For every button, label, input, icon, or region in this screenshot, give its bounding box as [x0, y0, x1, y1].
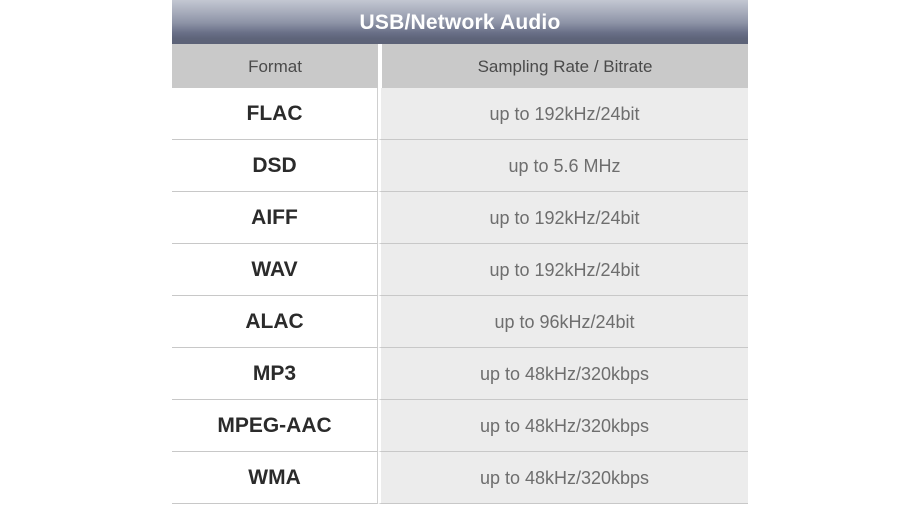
table-row: MPEG-AAC up to 48kHz/320kbps: [172, 400, 748, 452]
usb-network-audio-spec-table: USB/Network Audio Format Sampling Rate /…: [172, 0, 748, 507]
format-label: DSD: [252, 154, 297, 177]
table-header-row: Format Sampling Rate / Bitrate: [172, 44, 748, 88]
format-label: MPEG-AAC: [217, 414, 332, 437]
rate-label: up to 48kHz/320kbps: [479, 415, 650, 436]
rate-label: up to 192kHz/24bit: [489, 103, 640, 124]
column-header-rate-label: Sampling Rate / Bitrate: [477, 56, 653, 76]
format-label: WMA: [248, 466, 301, 489]
rate-label: up to 96kHz/24bit: [494, 311, 635, 332]
table-row: FLAC up to 192kHz/24bit: [172, 88, 748, 140]
rate-label: up to 192kHz/24bit: [489, 207, 640, 228]
cell-format: DSD: [172, 140, 378, 192]
rate-label: up to 48kHz/320kbps: [479, 363, 650, 384]
format-label: WAV: [251, 258, 298, 281]
table-row: DSD up to 5.6 MHz: [172, 140, 748, 192]
table-row: MP3 up to 48kHz/320kbps: [172, 348, 748, 400]
rate-label: up to 5.6 MHz: [508, 155, 621, 176]
format-label: FLAC: [246, 102, 303, 125]
rate-label: up to 192kHz/24bit: [489, 259, 640, 280]
cell-format: MPEG-AAC: [172, 400, 378, 452]
cell-rate: up to 192kHz/24bit: [378, 192, 748, 244]
cell-rate: up to 48kHz/320kbps: [378, 400, 748, 452]
rate-label: up to 48kHz/320kbps: [479, 467, 650, 488]
cell-rate: up to 5.6 MHz: [378, 140, 748, 192]
cell-format: FLAC: [172, 88, 378, 140]
format-label: MP3: [252, 362, 297, 385]
column-header-format: Format: [172, 44, 378, 88]
cell-rate: up to 48kHz/320kbps: [378, 348, 748, 400]
cell-rate: up to 96kHz/24bit: [378, 296, 748, 348]
format-label: AIFF: [251, 206, 298, 229]
cell-format: AIFF: [172, 192, 378, 244]
cell-rate: up to 192kHz/24bit: [378, 88, 748, 140]
cell-format: MP3: [172, 348, 378, 400]
format-label: ALAC: [245, 310, 304, 333]
table-row: WAV up to 192kHz/24bit: [172, 244, 748, 296]
cell-rate: up to 192kHz/24bit: [378, 244, 748, 296]
cell-format: WAV: [172, 244, 378, 296]
table-row: WMA up to 48kHz/320kbps: [172, 452, 748, 504]
table-body: FLAC up to 192kHz/24bit DSD up to 5.6 MH…: [172, 88, 748, 504]
table-row: ALAC up to 96kHz/24bit: [172, 296, 748, 348]
column-header-rate: Sampling Rate / Bitrate: [382, 44, 748, 88]
table-title: USB/Network Audio: [359, 10, 561, 34]
column-header-format-label: Format: [248, 56, 302, 76]
cell-format: WMA: [172, 452, 378, 504]
table-row: AIFF up to 192kHz/24bit: [172, 192, 748, 244]
cell-rate: up to 48kHz/320kbps: [378, 452, 748, 504]
table-title-bar: USB/Network Audio: [172, 0, 748, 44]
cell-format: ALAC: [172, 296, 378, 348]
